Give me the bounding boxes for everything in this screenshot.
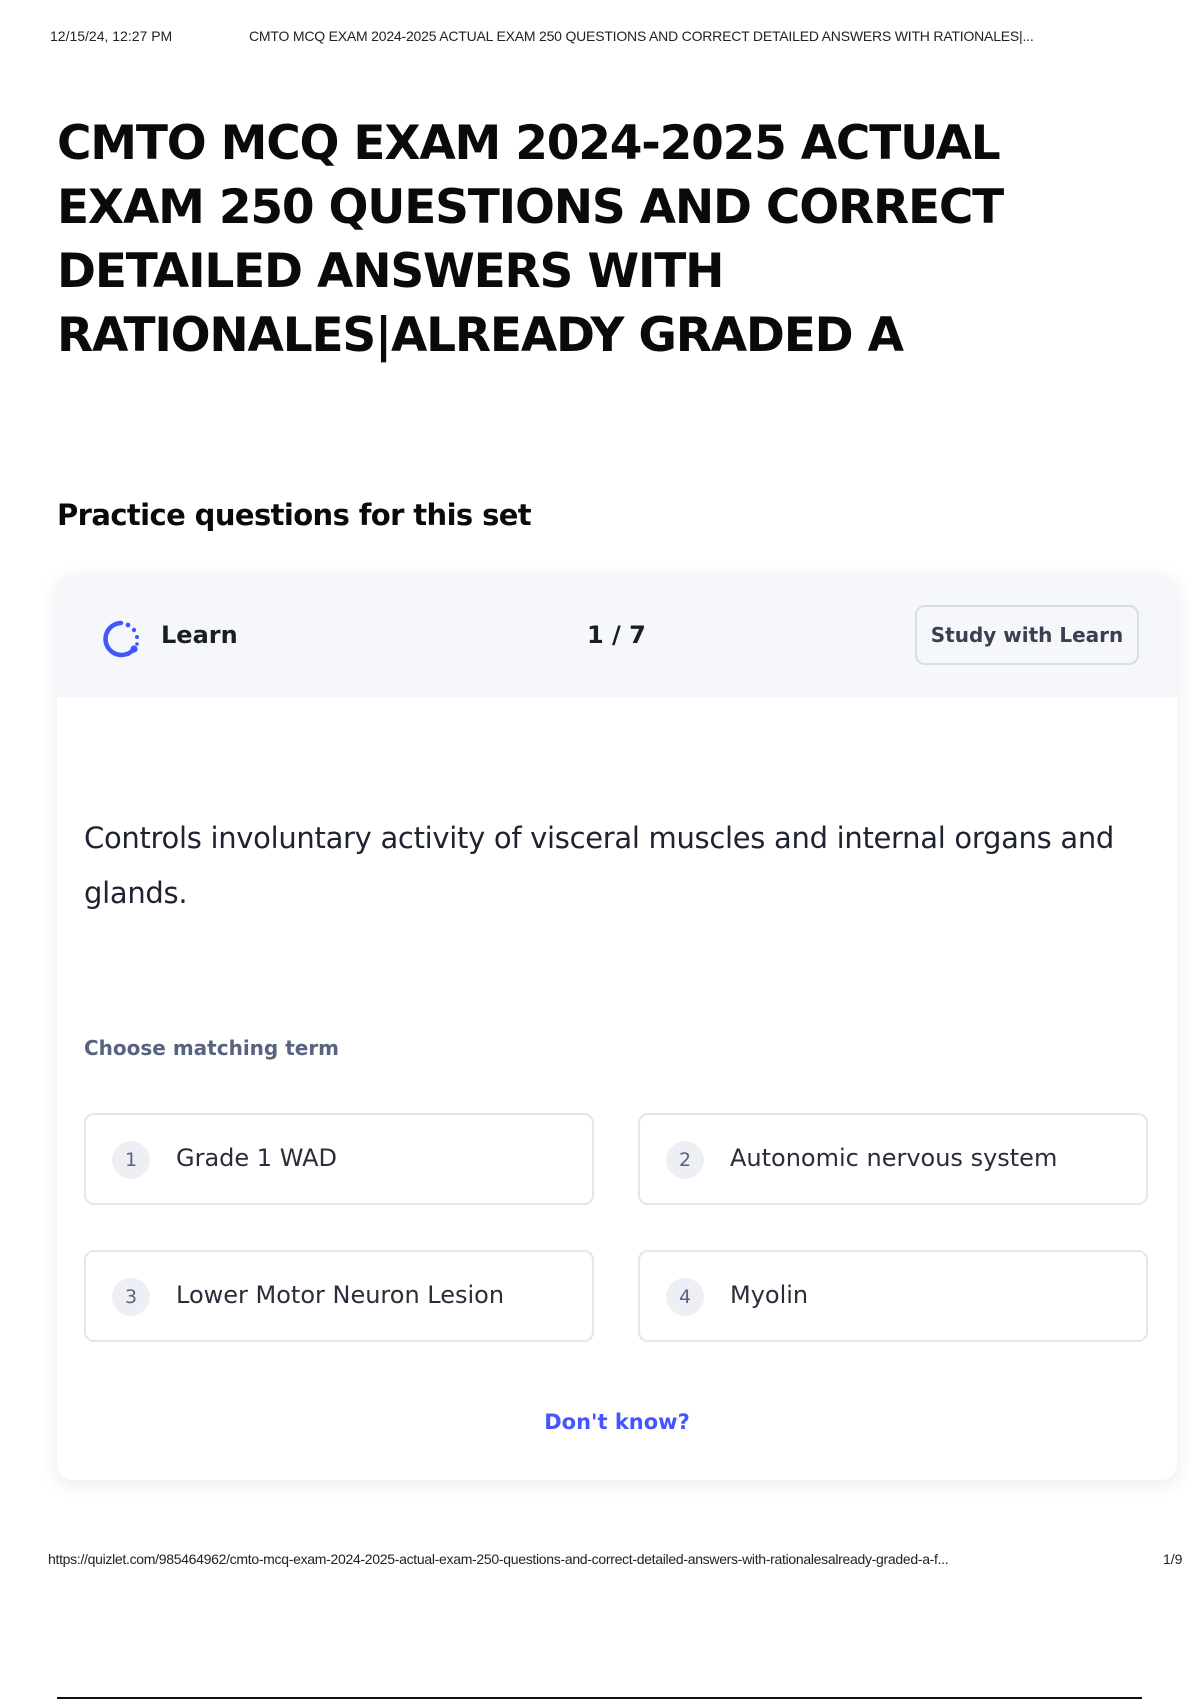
learn-practice-card: Learn 1 / 7 Study with Learn Controls in… xyxy=(57,575,1177,1480)
option-number-badge: 4 xyxy=(666,1278,704,1316)
choose-matching-term-label: Choose matching term xyxy=(84,1036,340,1060)
option-label: Myolin xyxy=(730,1281,809,1309)
print-timestamp: 12/15/24, 12:27 PM xyxy=(50,28,173,44)
print-footer: https://quizlet.com/985464962/cmto-mcq-e… xyxy=(48,1551,1190,1573)
option-number-badge: 2 xyxy=(666,1141,704,1179)
option-label: Autonomic nervous system xyxy=(730,1144,1058,1172)
question-progress: 1 / 7 xyxy=(587,621,646,649)
page-divider xyxy=(57,1697,1142,1699)
option-number-badge: 1 xyxy=(112,1141,150,1179)
answer-option-2[interactable]: 2 Autonomic nervous system xyxy=(638,1113,1148,1205)
dont-know-link[interactable]: Don't know? xyxy=(57,1410,1177,1434)
pdf-page: 12/15/24, 12:27 PM CMTO MCQ EXAM 2024-20… xyxy=(0,0,1200,1700)
section-heading: Practice questions for this set xyxy=(57,498,532,532)
print-header: 12/15/24, 12:27 PM CMTO MCQ EXAM 2024-20… xyxy=(50,28,1180,50)
answer-option-1[interactable]: 1 Grade 1 WAD xyxy=(84,1113,594,1205)
print-document-title: CMTO MCQ EXAM 2024-2025 ACTUAL EXAM 250 … xyxy=(249,28,1034,44)
print-page-number: 1/9 xyxy=(1163,1551,1183,1567)
option-number-badge: 3 xyxy=(112,1278,150,1316)
learn-mode-label: Learn xyxy=(161,621,238,649)
answer-option-3[interactable]: 3 Lower Motor Neuron Lesion xyxy=(84,1250,594,1342)
question-prompt: Controls involuntary activity of viscera… xyxy=(84,821,1115,910)
study-with-learn-button[interactable]: Study with Learn xyxy=(915,605,1139,665)
learn-progress-icon xyxy=(99,617,143,661)
answer-option-4[interactable]: 4 Myolin xyxy=(638,1250,1148,1342)
print-url: https://quizlet.com/985464962/cmto-mcq-e… xyxy=(48,1551,949,1567)
option-label: Lower Motor Neuron Lesion xyxy=(176,1281,505,1309)
page-title: CMTO MCQ EXAM 2024-2025 ACTUAL EXAM 250 … xyxy=(57,116,1004,363)
card-header: Learn 1 / 7 Study with Learn xyxy=(57,575,1177,697)
option-label: Grade 1 WAD xyxy=(176,1144,338,1172)
